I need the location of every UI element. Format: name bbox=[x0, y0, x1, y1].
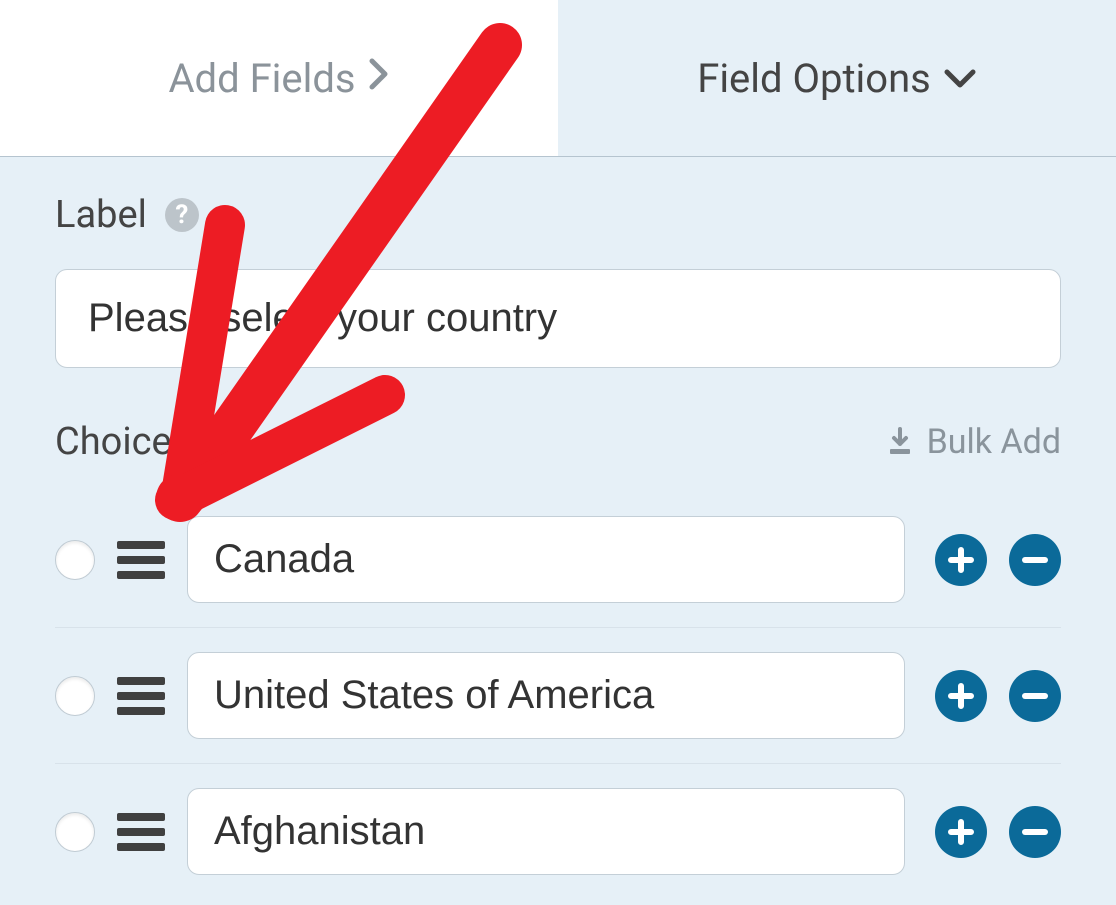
label-heading: Label ? bbox=[55, 193, 1061, 237]
drag-handle-icon[interactable] bbox=[117, 811, 165, 853]
minus-icon bbox=[1020, 545, 1050, 575]
tab-field-options-label: Field Options bbox=[697, 55, 931, 102]
choices-heading: Choices ? bbox=[55, 420, 243, 464]
choice-input[interactable] bbox=[187, 788, 905, 875]
choice-row bbox=[55, 764, 1061, 899]
choice-input[interactable] bbox=[187, 652, 905, 739]
choice-row bbox=[55, 628, 1061, 764]
add-choice-button[interactable] bbox=[935, 670, 987, 722]
help-icon[interactable]: ? bbox=[165, 198, 199, 232]
choice-default-radio[interactable] bbox=[55, 540, 95, 580]
choices-heading-text: Choices bbox=[55, 420, 191, 464]
tabs: Add Fields Field Options bbox=[0, 0, 1116, 157]
remove-choice-button[interactable] bbox=[1009, 534, 1061, 586]
drag-handle-icon[interactable] bbox=[117, 675, 165, 717]
tab-field-options[interactable]: Field Options bbox=[558, 0, 1116, 156]
bulk-add-button[interactable]: Bulk Add bbox=[885, 422, 1061, 462]
remove-choice-button[interactable] bbox=[1009, 806, 1061, 858]
add-choice-button[interactable] bbox=[935, 534, 987, 586]
choice-row bbox=[55, 492, 1061, 628]
chevron-down-icon bbox=[943, 57, 977, 99]
label-input[interactable] bbox=[55, 269, 1061, 368]
tab-add-fields-label: Add Fields bbox=[168, 55, 355, 102]
field-options-panel: Label ? Choices ? Bulk Add bbox=[0, 157, 1116, 899]
minus-icon bbox=[1020, 681, 1050, 711]
plus-icon bbox=[946, 545, 976, 575]
plus-icon bbox=[946, 681, 976, 711]
minus-icon bbox=[1020, 817, 1050, 847]
choice-default-radio[interactable] bbox=[55, 812, 95, 852]
choices-header: Choices ? Bulk Add bbox=[55, 420, 1061, 464]
choices-list bbox=[55, 492, 1061, 899]
bulk-add-label: Bulk Add bbox=[927, 422, 1061, 462]
choice-default-radio[interactable] bbox=[55, 676, 95, 716]
chevron-right-icon bbox=[368, 57, 390, 100]
label-heading-text: Label bbox=[55, 193, 147, 237]
choice-input[interactable] bbox=[187, 516, 905, 603]
remove-choice-button[interactable] bbox=[1009, 670, 1061, 722]
help-icon[interactable]: ? bbox=[209, 425, 243, 459]
drag-handle-icon[interactable] bbox=[117, 539, 165, 581]
download-icon bbox=[885, 427, 915, 457]
add-choice-button[interactable] bbox=[935, 806, 987, 858]
plus-icon bbox=[946, 817, 976, 847]
tab-add-fields[interactable]: Add Fields bbox=[0, 0, 558, 156]
